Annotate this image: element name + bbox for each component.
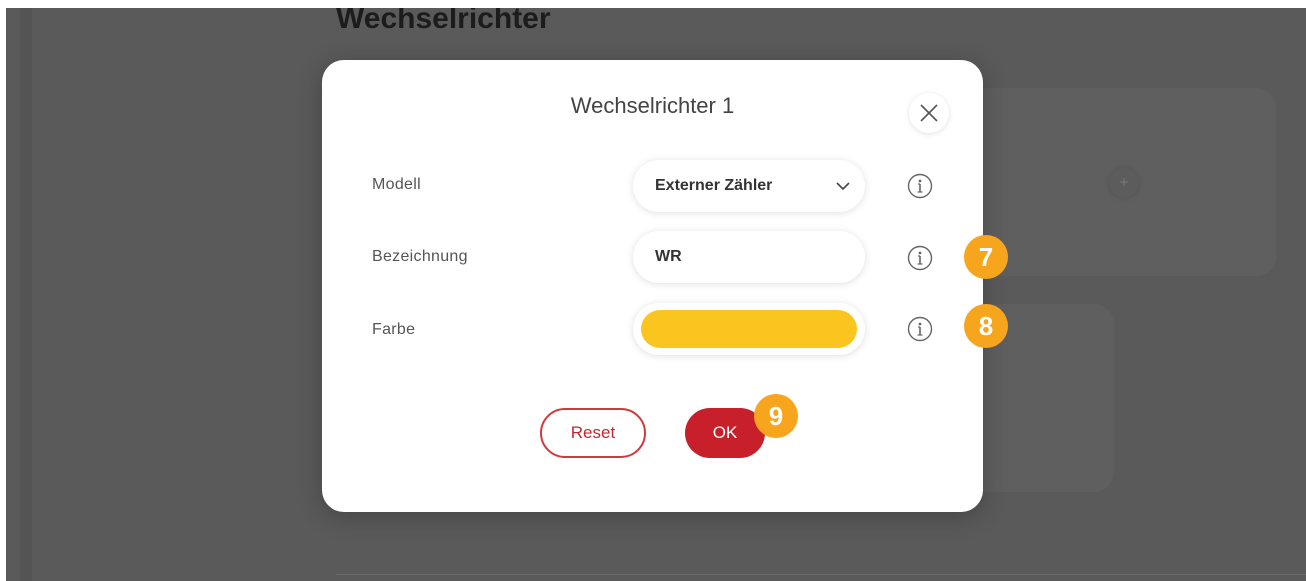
modell-select[interactable]: Externer Zähler xyxy=(633,160,865,212)
ok-button[interactable]: OK xyxy=(685,408,765,458)
bezeichnung-input[interactable]: WR xyxy=(633,231,865,283)
bezeichnung-label: Bezeichnung xyxy=(372,248,468,265)
step-marker: 7 xyxy=(964,235,1008,279)
info-icon[interactable] xyxy=(907,316,933,342)
step-marker: 9 xyxy=(754,394,798,438)
inverter-dialog: Wechselrichter 1 Modell Externer Zähler … xyxy=(322,60,983,512)
color-swatch xyxy=(641,310,857,348)
page-title: Wechselrichter xyxy=(336,8,551,35)
info-icon[interactable] xyxy=(907,245,933,271)
divider xyxy=(336,574,1306,575)
bezeichnung-value: WR xyxy=(655,248,682,265)
reset-button[interactable]: Reset xyxy=(540,408,646,458)
farbe-label: Farbe xyxy=(372,321,416,338)
farbe-color-picker[interactable] xyxy=(633,303,865,355)
add-icon: + xyxy=(1109,168,1139,198)
modell-value: Externer Zähler xyxy=(655,177,773,194)
modell-label: Modell xyxy=(372,176,421,193)
close-icon xyxy=(920,104,938,122)
sidebar-strip xyxy=(20,8,32,581)
chevron-down-icon xyxy=(836,182,850,191)
info-icon[interactable] xyxy=(907,173,933,199)
close-button[interactable] xyxy=(909,93,949,133)
dialog-title: Wechselrichter 1 xyxy=(570,93,735,118)
step-marker: 8 xyxy=(964,304,1008,348)
